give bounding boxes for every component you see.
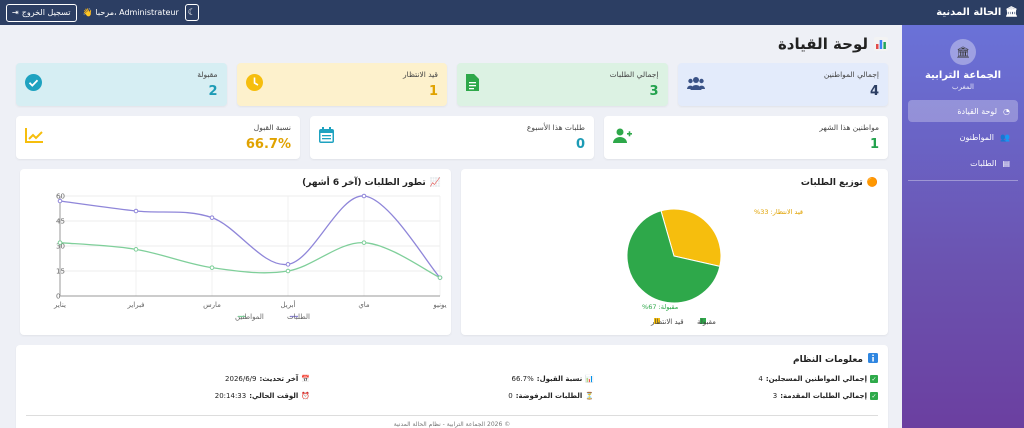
pie-chart: قيد الانتظار: 33% مقبولة: 67% مقبولة قيد ال…	[626, 208, 803, 326]
gauge-icon: ◔	[1003, 106, 1010, 116]
series-line-0	[59, 195, 441, 279]
data-point	[285, 268, 291, 274]
logout-button[interactable]: ⇥ تسجيل الخروج	[6, 3, 77, 22]
sidebar: 🏛 الجماعة الترابية المغرب ◔ لوحة القيادة…	[902, 25, 1024, 428]
line-chart-panel: 📈 تطور الطلبات (آخر 6 أشهر) 015304560ينا…	[20, 169, 451, 335]
stat-card-accepted: مقبولة 2	[16, 63, 227, 106]
profile-name: الجماعة الترابية	[924, 70, 1002, 81]
x-tick-label: يناير	[53, 301, 66, 309]
stat-card-pending: قيد الانتظار 1	[236, 63, 447, 106]
legend-label: مقبولة	[697, 318, 716, 326]
pie-data-label: قيد الانتظار: 33%	[754, 208, 803, 216]
x-tick-label: يونيو	[432, 301, 446, 309]
data-point	[57, 240, 63, 245]
building-icon: 🏛	[1005, 7, 1018, 18]
data-point	[209, 215, 215, 220]
navbar-actions: ⇥ تسجيل الخروج 👋 مرحبا، Administrateur ☾	[6, 3, 199, 22]
charts-row: 🟠 توزيع الطلبات قيد الانتظار: 33% مقبولة:…	[16, 169, 888, 335]
data-point	[133, 247, 139, 252]
info-total-citizens: ✓ إجمالي المواطنين المسجلين: 4	[758, 375, 878, 383]
wave-hand-icon: 👋	[82, 8, 93, 17]
stat-card-total-requests: إجمالي الطلبات 3	[457, 63, 668, 106]
logout-icon: ⇥	[12, 8, 19, 17]
sidebar-divider	[908, 180, 1018, 181]
line-chart-title: 📈 تطور الطلبات (آخر 6 أشهر)	[302, 178, 441, 188]
document-icon	[466, 73, 479, 96]
info-current-time: ⏰ الوقت الحالي: 20:14:33	[214, 392, 310, 400]
users-icon: 👥	[1000, 132, 1010, 142]
legend-label: قيد الانتظار	[650, 318, 684, 326]
page-title: لوحة القيادة	[16, 25, 888, 63]
stat-card-acceptance-rate: نسبة القبول 66.7%	[16, 116, 300, 159]
check-icon: ✓	[870, 392, 878, 400]
moon-icon: ☾	[187, 7, 196, 18]
stat-card-total-citizens: إجمالي المواطنين 4	[677, 63, 888, 106]
profile-subtitle: المغرب	[952, 83, 974, 91]
system-info-grid: ✓ إجمالي المواطنين المسجلين: 4 📊 نسبة ال…	[26, 375, 878, 400]
info-divider	[26, 415, 878, 416]
sidebar-item-citizens[interactable]: 👥 المواطنون	[908, 126, 1018, 148]
line-chart: 015304560ينايرفبرايرمارسأبريلماييونيوالط…	[53, 193, 447, 322]
users-icon	[686, 75, 705, 95]
pie-chart-title: 🟠 توزيع الطلبات	[800, 178, 878, 188]
info-icon	[868, 353, 878, 366]
system-info-title: معلومات النظام	[26, 345, 878, 366]
app-brand[interactable]: 🏛 الحالة المدنية	[936, 7, 1018, 18]
sidebar-item-dashboard[interactable]: ◔ لوحة القيادة	[908, 100, 1018, 122]
dark-mode-toggle[interactable]: ☾	[184, 4, 199, 21]
legend-label: المواطنين	[235, 313, 264, 321]
data-point	[209, 265, 215, 270]
calendar-icon: 📅	[301, 375, 310, 383]
info-acceptance-rate: 📊 نسبة القبول: 66.7%	[511, 375, 594, 383]
chart-icon: 📊	[585, 375, 594, 383]
stats-row: إجمالي المواطنين 4 إجمالي الطلبات 3 قيد …	[16, 63, 888, 106]
user-plus-icon	[613, 128, 632, 148]
stat-card-citizens-month: مواطنين هذا الشهر 1	[604, 116, 888, 159]
series-line-1	[59, 242, 441, 279]
stats-row-secondary: مواطنين هذا الشهر 1 طلبات هذا الأسبوع 0 …	[16, 116, 888, 159]
system-info-panel: معلومات النظام ✓ إجمالي المواطنين المسجل…	[16, 345, 888, 428]
info-rejected-requests: ⏳ الطلبات المرفوضة: 0	[508, 392, 594, 400]
user-greeting: 👋 مرحبا، Administrateur	[82, 8, 179, 17]
document-icon: ▤	[1002, 158, 1010, 168]
info-last-update: 📅 آخر تحديث: 2026/6/9	[225, 375, 310, 383]
pie-icon: 🟠	[866, 178, 878, 188]
sidebar-profile: 🏛 الجماعة الترابية المغرب	[902, 25, 1024, 91]
calendar-icon	[319, 127, 334, 148]
pie-chart-panel: 🟠 توزيع الطلبات قيد الانتظار: 33% مقبولة:…	[461, 169, 888, 335]
hourglass-icon: ⏳	[585, 392, 594, 400]
legend-label: الطلبات	[287, 313, 310, 321]
info-total-requests: ✓ إجمالي الطلبات المقدمة: 3	[772, 392, 878, 400]
pie-data-label: مقبولة: 67%	[642, 303, 678, 311]
main-content: لوحة القيادة إجمالي المواطنين 4 إجمالي ا…	[0, 25, 902, 428]
sidebar-nav: ◔ لوحة القيادة 👥 المواطنون ▤ الطلبات	[902, 100, 1024, 174]
data-point	[361, 193, 367, 199]
x-tick-label: فبراير	[126, 301, 144, 309]
x-tick-label: مارس	[203, 301, 221, 309]
sidebar-item-requests[interactable]: ▤ الطلبات	[908, 152, 1018, 174]
data-point	[361, 240, 367, 245]
institution-avatar-icon: 🏛	[950, 39, 976, 65]
x-tick-label: أبريل	[280, 300, 295, 309]
data-point	[437, 275, 443, 280]
footer-copyright: © 2026 الجماعة الترابية - نظام الحالة ال…	[393, 421, 511, 428]
x-tick-label: ماي	[358, 301, 370, 309]
data-point	[57, 198, 63, 204]
check-circle-icon	[25, 73, 42, 96]
bar-chart-icon	[874, 37, 888, 51]
alarm-clock-icon: ⏰	[301, 392, 310, 400]
check-icon: ✓	[870, 375, 878, 383]
stat-card-requests-week: طلبات هذا الأسبوع 0	[310, 116, 594, 159]
top-navbar: ⇥ تسجيل الخروج 👋 مرحبا، Administrateur ☾…	[0, 0, 1024, 25]
data-point	[285, 262, 291, 267]
data-point	[133, 208, 139, 214]
chart-line-icon	[25, 127, 43, 148]
clock-icon	[245, 73, 263, 96]
trend-icon: 📈	[429, 178, 441, 188]
